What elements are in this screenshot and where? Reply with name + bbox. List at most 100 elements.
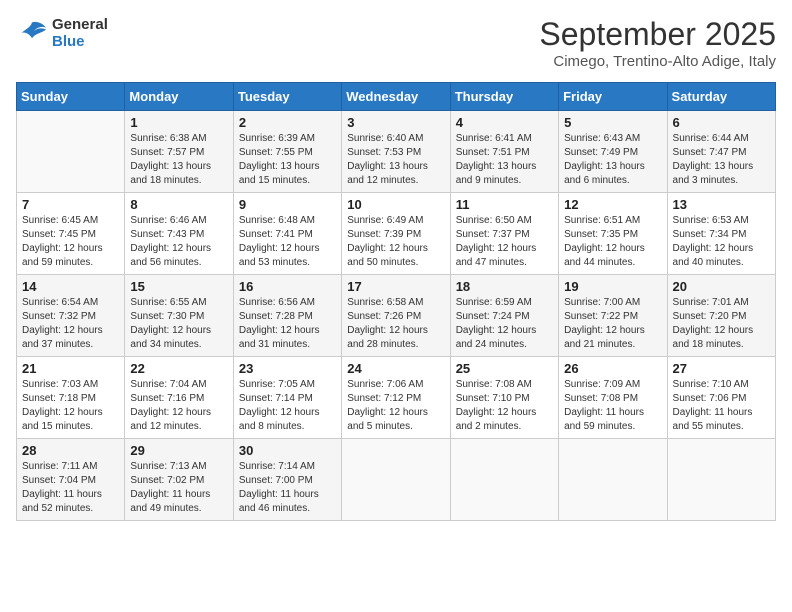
calendar-day-cell (667, 439, 775, 521)
day-number: 10 (347, 197, 444, 212)
day-number: 18 (456, 279, 553, 294)
calendar-day-cell: 28 Sunrise: 7:11 AM Sunset: 7:04 PM Dayli… (17, 439, 125, 521)
calendar-day-cell: 4Sunrise: 6:41 AM Sunset: 7:51 PM Daylig… (450, 111, 558, 193)
day-number: 9 (239, 197, 336, 212)
calendar-day-cell: 14 Sunrise: 6:54 AM Sunset: 7:32 PM Dayli… (17, 275, 125, 357)
day-number: 28 (22, 443, 119, 458)
day-number: 12 (564, 197, 661, 212)
calendar-day-cell (559, 439, 667, 521)
calendar-day-cell: 12 Sunrise: 6:51 AM Sunset: 7:35 PM Dayli… (559, 193, 667, 275)
month-title: September 2025 (539, 16, 776, 53)
day-info: Sunrise: 7:03 AM Sunset: 7:18 PM Dayligh… (22, 378, 119, 434)
calendar-day-cell: 2Sunrise: 6:39 AM Sunset: 7:55 PM Daylig… (233, 111, 341, 193)
day-info: Sunrise: 6:58 AM Sunset: 7:26 PM Dayligh… (347, 296, 444, 352)
day-number: 27 (673, 361, 770, 376)
title-block: September 2025 Cimego, Trentino-Alto Adi… (539, 16, 776, 70)
day-number: 21 (22, 361, 119, 376)
calendar-table: SundayMondayTuesdayWednesdayThursdayFrid… (16, 82, 776, 521)
calendar-day-cell: 7Sunrise: 6:45 AM Sunset: 7:45 PM Daylig… (17, 193, 125, 275)
calendar-day-cell: 17 Sunrise: 6:58 AM Sunset: 7:26 PM Dayli… (342, 275, 450, 357)
day-number: 19 (564, 279, 661, 294)
calendar-day-cell: 20Sunrise: 7:01 AM Sunset: 7:20 PM Dayli… (667, 275, 775, 357)
location-title: Cimego, Trentino-Alto Adige, Italy (539, 53, 776, 70)
day-info: Sunrise: 6:54 AM Sunset: 7:32 PM Dayligh… (22, 296, 119, 352)
day-info: Sunrise: 7:08 AM Sunset: 7:10 PM Dayligh… (456, 378, 553, 434)
day-number: 13 (673, 197, 770, 212)
calendar-day-cell (17, 111, 125, 193)
calendar-day-cell: 19 Sunrise: 7:00 AM Sunset: 7:22 PM Dayli… (559, 275, 667, 357)
day-info: Sunrise: 6:55 AM Sunset: 7:30 PM Dayligh… (130, 296, 227, 352)
day-info: Sunrise: 6:56 AM Sunset: 7:28 PM Dayligh… (239, 296, 336, 352)
day-number: 1 (130, 115, 227, 130)
day-number: 30 (239, 443, 336, 458)
day-info: Sunrise: 6:59 AM Sunset: 7:24 PM Dayligh… (456, 296, 553, 352)
calendar-day-cell: 18 Sunrise: 6:59 AM Sunset: 7:24 PM Dayli… (450, 275, 558, 357)
day-info: Sunrise: 6:40 AM Sunset: 7:53 PM Dayligh… (347, 132, 444, 188)
calendar-day-cell: 26 Sunrise: 7:09 AM Sunset: 7:08 PM Dayli… (559, 357, 667, 439)
day-info: Sunrise: 6:39 AM Sunset: 7:55 PM Dayligh… (239, 132, 336, 188)
calendar-day-cell: 30 Sunrise: 7:14 AM Sunset: 7:00 PM Dayli… (233, 439, 341, 521)
day-info: Sunrise: 7:00 AM Sunset: 7:22 PM Dayligh… (564, 296, 661, 352)
day-number: 8 (130, 197, 227, 212)
day-number: 26 (564, 361, 661, 376)
calendar-week-row: 1Sunrise: 6:38 AM Sunset: 7:57 PM Daylig… (17, 111, 776, 193)
calendar-day-cell: 24Sunrise: 7:06 AM Sunset: 7:12 PM Dayli… (342, 357, 450, 439)
column-header-friday: Friday (559, 83, 667, 111)
logo-icon (16, 19, 48, 47)
day-info: Sunrise: 6:43 AM Sunset: 7:49 PM Dayligh… (564, 132, 661, 188)
day-info: Sunrise: 7:09 AM Sunset: 7:08 PM Dayligh… (564, 378, 661, 434)
calendar-day-cell: 27 Sunrise: 7:10 AM Sunset: 7:06 PM Dayli… (667, 357, 775, 439)
day-number: 25 (456, 361, 553, 376)
calendar-day-cell: 1Sunrise: 6:38 AM Sunset: 7:57 PM Daylig… (125, 111, 233, 193)
day-info: Sunrise: 7:10 AM Sunset: 7:06 PM Dayligh… (673, 378, 770, 434)
day-number: 15 (130, 279, 227, 294)
day-info: Sunrise: 7:05 AM Sunset: 7:14 PM Dayligh… (239, 378, 336, 434)
calendar-day-cell: 15 Sunrise: 6:55 AM Sunset: 7:30 PM Dayli… (125, 275, 233, 357)
column-header-wednesday: Wednesday (342, 83, 450, 111)
day-info: Sunrise: 7:13 AM Sunset: 7:02 PM Dayligh… (130, 460, 227, 516)
day-info: Sunrise: 7:14 AM Sunset: 7:00 PM Dayligh… (239, 460, 336, 516)
day-info: Sunrise: 6:53 AM Sunset: 7:34 PM Dayligh… (673, 214, 770, 270)
day-number: 16 (239, 279, 336, 294)
day-info: Sunrise: 6:51 AM Sunset: 7:35 PM Dayligh… (564, 214, 661, 270)
calendar-week-row: 7Sunrise: 6:45 AM Sunset: 7:45 PM Daylig… (17, 193, 776, 275)
day-number: 6 (673, 115, 770, 130)
day-number: 11 (456, 197, 553, 212)
day-info: Sunrise: 7:01 AM Sunset: 7:20 PM Dayligh… (673, 296, 770, 352)
day-number: 29 (130, 443, 227, 458)
logo-text: General Blue (52, 16, 108, 50)
calendar-day-cell: 16 Sunrise: 6:56 AM Sunset: 7:28 PM Dayli… (233, 275, 341, 357)
calendar-day-cell: 22Sunrise: 7:04 AM Sunset: 7:16 PM Dayli… (125, 357, 233, 439)
day-info: Sunrise: 6:45 AM Sunset: 7:45 PM Dayligh… (22, 214, 119, 270)
day-info: Sunrise: 7:11 AM Sunset: 7:04 PM Dayligh… (22, 460, 119, 516)
calendar-header-row: SundayMondayTuesdayWednesdayThursdayFrid… (17, 83, 776, 111)
column-header-monday: Monday (125, 83, 233, 111)
calendar-day-cell: 11 Sunrise: 6:50 AM Sunset: 7:37 PM Dayli… (450, 193, 558, 275)
calendar-day-cell: 10 Sunrise: 6:49 AM Sunset: 7:39 PM Dayli… (342, 193, 450, 275)
column-header-saturday: Saturday (667, 83, 775, 111)
calendar-day-cell: 3 Sunrise: 6:40 AM Sunset: 7:53 PM Daylig… (342, 111, 450, 193)
calendar-day-cell: 25 Sunrise: 7:08 AM Sunset: 7:10 PM Dayli… (450, 357, 558, 439)
day-info: Sunrise: 6:41 AM Sunset: 7:51 PM Dayligh… (456, 132, 553, 188)
calendar-day-cell: 8Sunrise: 6:46 AM Sunset: 7:43 PM Daylig… (125, 193, 233, 275)
calendar-day-cell: 13 Sunrise: 6:53 AM Sunset: 7:34 PM Dayli… (667, 193, 775, 275)
day-number: 3 (347, 115, 444, 130)
calendar-day-cell: 6 Sunrise: 6:44 AM Sunset: 7:47 PM Daylig… (667, 111, 775, 193)
day-info: Sunrise: 6:50 AM Sunset: 7:37 PM Dayligh… (456, 214, 553, 270)
page-header: General Blue September 2025 Cimego, Tren… (16, 16, 776, 70)
day-number: 14 (22, 279, 119, 294)
logo: General Blue (16, 16, 108, 50)
calendar-week-row: 21 Sunrise: 7:03 AM Sunset: 7:18 PM Dayli… (17, 357, 776, 439)
calendar-day-cell: 5Sunrise: 6:43 AM Sunset: 7:49 PM Daylig… (559, 111, 667, 193)
day-info: Sunrise: 6:49 AM Sunset: 7:39 PM Dayligh… (347, 214, 444, 270)
day-number: 17 (347, 279, 444, 294)
day-info: Sunrise: 6:44 AM Sunset: 7:47 PM Dayligh… (673, 132, 770, 188)
calendar-day-cell: 29 Sunrise: 7:13 AM Sunset: 7:02 PM Dayli… (125, 439, 233, 521)
column-header-tuesday: Tuesday (233, 83, 341, 111)
calendar-week-row: 14 Sunrise: 6:54 AM Sunset: 7:32 PM Dayli… (17, 275, 776, 357)
day-number: 24 (347, 361, 444, 376)
calendar-day-cell: 21 Sunrise: 7:03 AM Sunset: 7:18 PM Dayli… (17, 357, 125, 439)
day-info: Sunrise: 6:48 AM Sunset: 7:41 PM Dayligh… (239, 214, 336, 270)
calendar-day-cell (450, 439, 558, 521)
calendar-day-cell (342, 439, 450, 521)
